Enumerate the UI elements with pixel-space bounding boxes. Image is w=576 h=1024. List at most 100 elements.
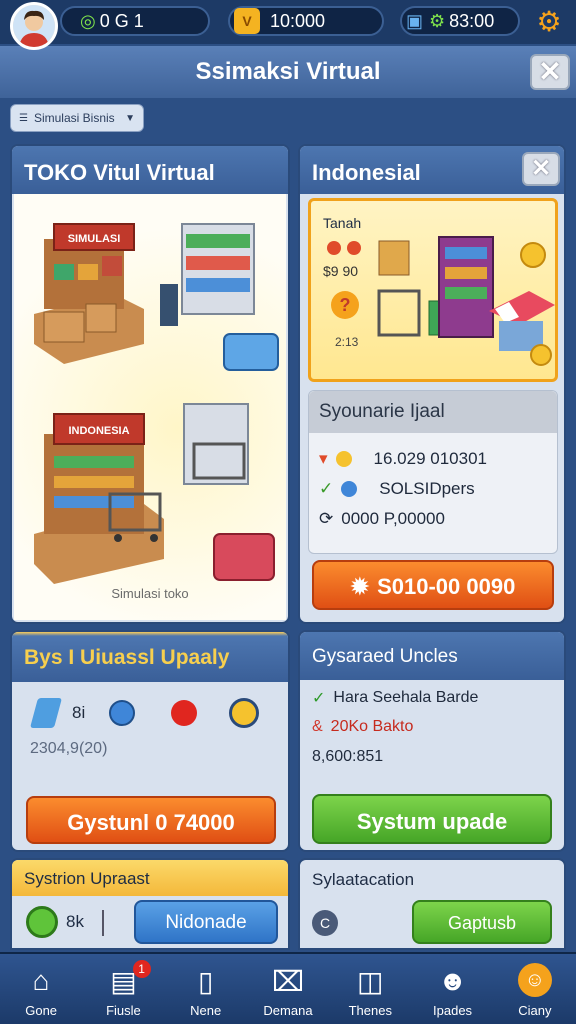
nav-label: Ciany xyxy=(518,1003,552,1018)
sell-action-label: S010-00 0090 xyxy=(377,574,516,599)
system-upgrade-value: 8k xyxy=(66,912,84,931)
shop-icon: ▣ xyxy=(406,10,424,31)
stat-row-1: ▾ 16.029 010301 xyxy=(319,449,487,469)
stat-value-3: 0000 P,00000 xyxy=(341,509,445,528)
gem-icon: ◎ xyxy=(80,10,96,31)
card-icon: ▯ xyxy=(197,965,214,997)
chevron-down-icon: ▼ xyxy=(125,112,135,124)
gems-value: 0 G 1 xyxy=(99,10,144,31)
nav-home[interactable]: ⌂ Gone xyxy=(0,954,82,1024)
filter-dropdown[interactable]: ☰ Simulasi Bisnis ▼ xyxy=(10,104,144,132)
location-title: Sylaatacation xyxy=(312,870,415,889)
coin-icon xyxy=(335,451,352,467)
person-icon: ☻ xyxy=(437,965,468,996)
stat-value-1: 16.029 010301 xyxy=(373,449,487,468)
svg-text:SIMULASI: SIMULASI xyxy=(68,233,121,245)
nav-profile[interactable]: ☻ Ipades xyxy=(411,954,493,1024)
store-panel: TOKO Vitul Virtual SIMULASI INDONESIA Si… xyxy=(10,144,290,624)
bottom-nav: ⌂ Gone ▤ 1 Fiusle ▯ Nene ⌧ Demana ◫ Then… xyxy=(0,952,576,1024)
market-illustration xyxy=(377,236,555,366)
timer-counter[interactable]: ▣ ⚙ 83:00 xyxy=(400,6,520,36)
svg-text:INDONESIA: INDONESIA xyxy=(68,425,129,437)
pencil-icon[interactable] xyxy=(29,698,63,728)
red-dot-icon xyxy=(347,241,361,255)
blue-coin-icon xyxy=(341,481,358,497)
list-icon: ☰ xyxy=(19,112,28,124)
upgrade-panel: Bys I Uiuassl Upaaly 8i 2304,9(20) Gystu… xyxy=(10,630,290,852)
gems-counter[interactable]: ◎ 0 G 1 xyxy=(60,6,210,36)
stat-row-2: ✓ SOLSIDpers xyxy=(319,479,475,499)
green-token-icon[interactable] xyxy=(26,906,58,938)
updates-panel-title: Gysaraed Uncles xyxy=(300,632,564,680)
check-icon: ✓ xyxy=(319,479,334,498)
stats-box: Syounarie Ijaal ▾ 16.029 010301 ✓ SOLSID… xyxy=(308,390,558,554)
nav-label: Ipades xyxy=(433,1003,473,1018)
upgrade-icons-row: 8i xyxy=(29,698,260,728)
update-text-1: Hara Seehala Barde xyxy=(333,689,479,706)
stat-row-3: ⟳ 0000 P,00000 xyxy=(319,509,445,529)
stats-title: Syounarie Ijaal xyxy=(309,391,557,433)
shop-card-price: $9 90 xyxy=(323,263,359,279)
system-upgrade-title: Systrion Upraast xyxy=(12,860,288,896)
location-panel: Sylaatacation C Gaptusb xyxy=(298,858,566,950)
store-panel-title: TOKO Vitul Virtual xyxy=(12,146,288,194)
page-title: Ssimaksi Virtual xyxy=(195,58,381,85)
shop-card[interactable]: Tanah $9 90 ? 2:13 xyxy=(308,198,558,382)
cube-icon: ◫ xyxy=(357,965,384,997)
download-button[interactable]: Nidonade xyxy=(134,900,278,944)
nav-items[interactable]: ◫ Thenes xyxy=(329,954,411,1024)
settings-gear-icon[interactable]: ⚙ xyxy=(534,7,564,37)
coins-value: 10:000 xyxy=(270,10,326,31)
refresh-icon[interactable]: C xyxy=(312,910,338,936)
nav-label: Fiusle xyxy=(106,1003,141,1018)
nav-character[interactable]: ☺ Ciany xyxy=(494,954,576,1024)
gold-token-icon[interactable] xyxy=(229,698,260,728)
blue-token-icon[interactable] xyxy=(109,700,136,726)
red-token-icon[interactable] xyxy=(171,700,198,726)
player-avatar[interactable] xyxy=(10,2,58,50)
avatar-illustration xyxy=(13,5,55,47)
down-arrow-icon: ▾ xyxy=(319,449,328,468)
store-caption: Simulasi toko xyxy=(111,586,189,601)
upgrade-level: 8i xyxy=(72,703,86,722)
close-button[interactable]: ✕ xyxy=(530,54,570,90)
system-upgrade-panel: Systrion Upraast 8k Nidonade xyxy=(10,858,290,950)
capture-button[interactable]: Gaptusb xyxy=(412,900,552,944)
indonesia-panel: Indonesial ✕ Tanah $9 90 ? 2:13 Syounari… xyxy=(298,144,566,624)
divider xyxy=(102,910,104,936)
check-icon: ✓ xyxy=(312,690,326,707)
update-text-3: 8,600:851 xyxy=(312,748,384,765)
clock-icon: ⚙ xyxy=(429,10,446,31)
home-icon: ⌂ xyxy=(32,965,50,996)
nav-label: Gone xyxy=(25,1003,58,1018)
updates-panel: Gysaraed Uncles ✓ Hara Seehala Barde & 2… xyxy=(298,630,566,852)
character-icon: ☺ xyxy=(517,963,552,997)
panel-close-button[interactable]: ✕ xyxy=(522,152,560,186)
coins-counter[interactable]: V 10:000 xyxy=(228,6,384,36)
store-scene: SIMULASI INDONESIA Simulasi toko xyxy=(14,194,286,620)
upgrade-button[interactable]: Gystunl 0 74000 xyxy=(26,796,276,844)
notification-badge: 1 xyxy=(132,960,151,978)
question-icon[interactable]: ? xyxy=(331,291,359,319)
nav-label: Demana xyxy=(263,1003,313,1018)
close-icon: ✕ xyxy=(538,56,562,87)
nav-box[interactable]: ▤ 1 Fiusle xyxy=(82,954,164,1024)
nav-card[interactable]: ▯ Nene xyxy=(165,954,247,1024)
stat-value-2: SOLSIDpers xyxy=(379,479,475,498)
coin-icon: V xyxy=(234,8,260,34)
nav-label: Nene xyxy=(190,1003,222,1018)
filter-label: Simulasi Bisnis xyxy=(33,111,115,125)
update-line-3: 8,600:851 xyxy=(312,748,383,766)
nav-label: Thenes xyxy=(348,1003,392,1018)
store-icon: ⌧ xyxy=(271,965,305,997)
nav-store[interactable]: ⌧ Demana xyxy=(247,954,329,1024)
close-icon: ✕ xyxy=(530,155,552,182)
system-update-button[interactable]: Systum upade xyxy=(312,794,552,844)
upgrade-value: 2304,9(20) xyxy=(30,740,108,757)
sell-action-button[interactable]: ✹ S010-00 0090 xyxy=(312,560,554,610)
upgrade-panel-title: Bys I Uiuassl Upaaly xyxy=(12,632,288,682)
refresh-icon: ⟳ xyxy=(319,509,334,528)
red-dot-icon xyxy=(327,241,341,255)
timer-value: 83:00 xyxy=(449,10,495,31)
ampersand-icon: & xyxy=(312,718,323,735)
